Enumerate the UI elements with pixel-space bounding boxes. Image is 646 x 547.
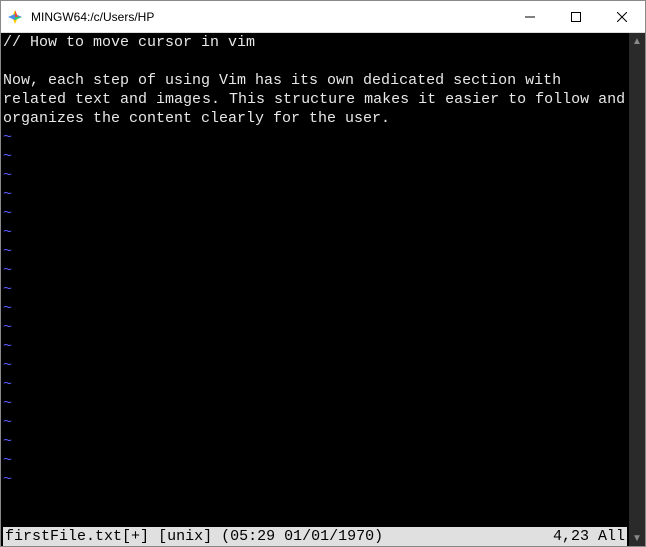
- empty-line-marker: ~: [3, 280, 627, 299]
- scroll-down-icon[interactable]: ▼: [629, 530, 645, 546]
- terminal-area[interactable]: // How to move cursor in vim Now, each s…: [1, 33, 629, 546]
- editor-content[interactable]: // How to move cursor in vim Now, each s…: [3, 33, 627, 527]
- empty-line-marker: ~: [3, 318, 627, 337]
- empty-line-marker: ~: [3, 223, 627, 242]
- maximize-button[interactable]: [553, 1, 599, 33]
- empty-line-marker: ~: [3, 166, 627, 185]
- empty-line-marker: ~: [3, 204, 627, 223]
- scrollbar[interactable]: ▲ ▼: [629, 33, 645, 546]
- comment-line: // How to move cursor in vim: [3, 34, 255, 51]
- empty-line-marker: ~: [3, 147, 627, 166]
- empty-line-marker: ~: [3, 432, 627, 451]
- titlebar[interactable]: MINGW64:/c/Users/HP: [1, 1, 645, 33]
- empty-line-marker: ~: [3, 337, 627, 356]
- status-position: 4,23: [553, 528, 589, 545]
- empty-line-marker: ~: [3, 451, 627, 470]
- status-modified: [+]: [122, 528, 149, 545]
- status-scroll: All: [598, 528, 625, 545]
- empty-line-marker: ~: [3, 299, 627, 318]
- minimize-button[interactable]: [507, 1, 553, 33]
- scroll-up-icon[interactable]: ▲: [629, 33, 645, 49]
- vim-status-line: firstFile.txt[+] [unix] (05:29 01/01/197…: [3, 527, 627, 546]
- window-title: MINGW64:/c/Users/HP: [31, 10, 507, 24]
- empty-line-marker: ~: [3, 185, 627, 204]
- empty-line-marker: ~: [3, 394, 627, 413]
- empty-line-marker: ~: [3, 470, 627, 489]
- status-filename: firstFile.txt: [5, 528, 122, 545]
- empty-line-marker: ~: [3, 375, 627, 394]
- empty-line-marker: ~: [3, 413, 627, 432]
- app-icon: [7, 9, 23, 25]
- empty-line-marker: ~: [3, 356, 627, 375]
- empty-line-marker: ~: [3, 242, 627, 261]
- scroll-track[interactable]: [629, 49, 645, 530]
- status-timestamp: (05:29 01/01/1970): [221, 528, 383, 545]
- status-right: 4,23 All: [553, 527, 625, 546]
- window-controls: [507, 1, 645, 33]
- status-left: firstFile.txt[+] [unix] (05:29 01/01/197…: [5, 527, 553, 546]
- empty-line-marker: ~: [3, 261, 627, 280]
- terminal-wrapper: // How to move cursor in vim Now, each s…: [1, 33, 645, 546]
- status-format: [unix]: [158, 528, 212, 545]
- terminal-window: MINGW64:/c/Users/HP // How to move curso…: [0, 0, 646, 547]
- close-button[interactable]: [599, 1, 645, 33]
- empty-line-marker: ~: [3, 128, 627, 147]
